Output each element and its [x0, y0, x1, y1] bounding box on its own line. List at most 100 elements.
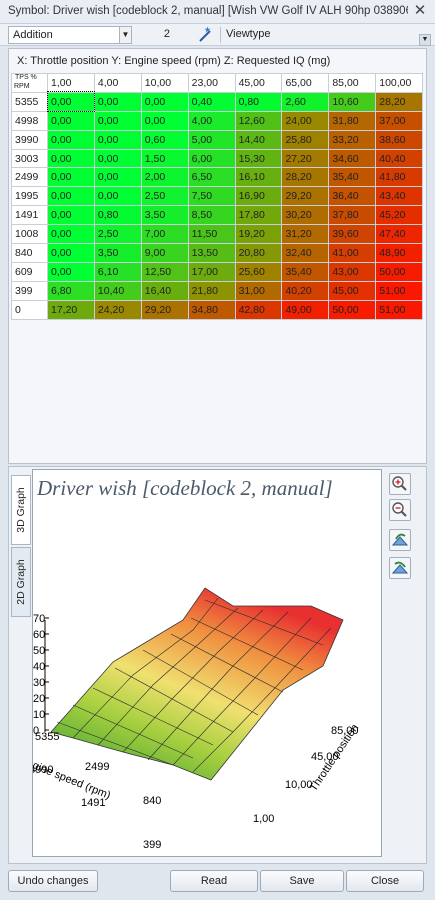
- zoom-in-icon[interactable]: [389, 473, 411, 495]
- table-cell[interactable]: 16,90: [234, 186, 283, 207]
- table-cell[interactable]: 1,50: [140, 148, 189, 169]
- table-cell[interactable]: 45,00: [328, 280, 377, 301]
- table-cell[interactable]: 25,80: [281, 129, 330, 150]
- toolbar-overflow-icon[interactable]: ▼: [419, 34, 431, 46]
- column-header[interactable]: 100,00: [375, 73, 424, 93]
- table-cell[interactable]: 43,40: [375, 186, 424, 207]
- table-cell[interactable]: 32,40: [281, 243, 330, 263]
- row-header[interactable]: 2499: [11, 167, 48, 188]
- surface-graph[interactable]: Driver wish [codeblock 2, manual] 0 10 20 3…: [32, 469, 382, 857]
- table-cell[interactable]: 7,00: [140, 224, 189, 245]
- table-cell[interactable]: 0,00: [140, 91, 189, 112]
- close-button[interactable]: Close: [346, 870, 424, 892]
- table-cell[interactable]: 3,50: [93, 243, 142, 263]
- table-cell[interactable]: 19,20: [234, 224, 283, 245]
- row-header[interactable]: 1008: [11, 224, 48, 245]
- table-cell[interactable]: 3,50: [140, 205, 189, 226]
- column-header[interactable]: 1,00: [47, 73, 95, 93]
- save-button[interactable]: Save: [260, 870, 344, 892]
- table-cell[interactable]: 29,20: [140, 299, 189, 320]
- table-cell[interactable]: 48,90: [375, 243, 424, 263]
- table-cell[interactable]: 37,00: [375, 110, 424, 131]
- table-cell[interactable]: 0,00: [93, 167, 142, 188]
- table-cell[interactable]: 34,80: [187, 299, 236, 320]
- table-cell[interactable]: 5,00: [187, 129, 236, 150]
- table-cell[interactable]: 0,00: [140, 110, 189, 131]
- table-cell[interactable]: 42,80: [234, 299, 283, 320]
- table-cell[interactable]: 0,00: [47, 110, 95, 131]
- table-cell[interactable]: 41,80: [375, 167, 424, 188]
- table-cell[interactable]: 50,00: [328, 299, 377, 320]
- table-cell[interactable]: 0,00: [47, 261, 95, 282]
- table-cell[interactable]: 0,40: [187, 91, 236, 112]
- column-header[interactable]: 4,00: [93, 73, 142, 93]
- table-cell[interactable]: 45,20: [375, 205, 424, 226]
- viewtype-menu[interactable]: Viewtype: [226, 28, 270, 40]
- table-cell[interactable]: 10,40: [93, 280, 142, 301]
- rotate-down-icon[interactable]: [389, 557, 411, 579]
- table-cell[interactable]: 0,00: [93, 129, 142, 150]
- table-cell[interactable]: 33,20: [328, 129, 377, 150]
- table-cell[interactable]: 14,40: [234, 129, 283, 150]
- table-cell[interactable]: 0,00: [46, 91, 96, 113]
- table-cell[interactable]: 13,50: [187, 243, 236, 263]
- row-header[interactable]: 399: [11, 280, 48, 301]
- table-cell[interactable]: 0,00: [47, 148, 95, 169]
- table-cell[interactable]: 47,40: [375, 224, 424, 245]
- table-cell[interactable]: 51,00: [375, 280, 424, 301]
- table-cell[interactable]: 0,80: [234, 91, 283, 112]
- table-cell[interactable]: 10,60: [328, 91, 377, 112]
- table-cell[interactable]: 6,00: [187, 148, 236, 169]
- table-cell[interactable]: 31,80: [328, 110, 377, 131]
- column-header[interactable]: 23,00: [187, 73, 236, 93]
- table-cell[interactable]: 40,40: [375, 148, 424, 169]
- table-cell[interactable]: 4,00: [187, 110, 236, 131]
- table-cell[interactable]: 34,60: [328, 148, 377, 169]
- table-cell[interactable]: 8,50: [187, 205, 236, 226]
- column-header[interactable]: 45,00: [234, 73, 283, 93]
- table-cell[interactable]: 39,60: [328, 224, 377, 245]
- row-header[interactable]: 1491: [11, 205, 48, 226]
- magic-wand-icon[interactable]: [196, 26, 216, 44]
- table-cell[interactable]: 7,50: [187, 186, 236, 207]
- close-icon[interactable]: ✕: [413, 3, 427, 19]
- table-cell[interactable]: 0,00: [47, 205, 95, 226]
- row-header[interactable]: 4998: [11, 110, 48, 131]
- table-cell[interactable]: 41,00: [328, 243, 377, 263]
- undo-changes-button[interactable]: Undo changes: [8, 870, 98, 892]
- tab-2d-graph[interactable]: 2D Graph: [11, 547, 31, 617]
- table-cell[interactable]: 51,00: [375, 299, 424, 320]
- chevron-down-icon[interactable]: ▼: [119, 27, 131, 43]
- table-cell[interactable]: 6,50: [187, 167, 236, 188]
- table-cell[interactable]: 37,80: [328, 205, 377, 226]
- table-cell[interactable]: 0,00: [47, 186, 95, 207]
- table-cell[interactable]: 6,80: [47, 280, 95, 301]
- table-cell[interactable]: 2,60: [281, 91, 330, 112]
- zoom-out-icon[interactable]: [389, 499, 411, 521]
- table-cell[interactable]: 28,20: [375, 91, 424, 112]
- table-cell[interactable]: 15,30: [234, 148, 283, 169]
- table-cell[interactable]: 29,20: [281, 186, 330, 207]
- table-cell[interactable]: 0,80: [93, 205, 142, 226]
- table-cell[interactable]: 24,00: [281, 110, 330, 131]
- table-cell[interactable]: 50,00: [375, 261, 424, 282]
- table-cell[interactable]: 27,20: [281, 148, 330, 169]
- tab-3d-graph[interactable]: 3D Graph: [11, 475, 31, 545]
- column-header[interactable]: 10,00: [140, 73, 189, 93]
- table-cell[interactable]: 31,00: [234, 280, 283, 301]
- table-cell[interactable]: 24,20: [93, 299, 142, 320]
- table-cell[interactable]: 2,50: [93, 224, 142, 245]
- column-header[interactable]: 65,00: [281, 73, 330, 93]
- table-cell[interactable]: 0,00: [93, 91, 142, 112]
- table-cell[interactable]: 12,60: [234, 110, 283, 131]
- table-cell[interactable]: 31,20: [281, 224, 330, 245]
- row-header[interactable]: 3003: [11, 148, 48, 169]
- row-header[interactable]: 840: [11, 243, 48, 263]
- table-cell[interactable]: 17,20: [47, 299, 95, 320]
- table-cell[interactable]: 30,20: [281, 205, 330, 226]
- table-cell[interactable]: 0,00: [93, 148, 142, 169]
- table-cell[interactable]: 0,00: [93, 186, 142, 207]
- operand-input[interactable]: 2: [138, 26, 190, 44]
- table-cell[interactable]: 25,60: [234, 261, 283, 282]
- table-cell[interactable]: 2,00: [140, 167, 189, 188]
